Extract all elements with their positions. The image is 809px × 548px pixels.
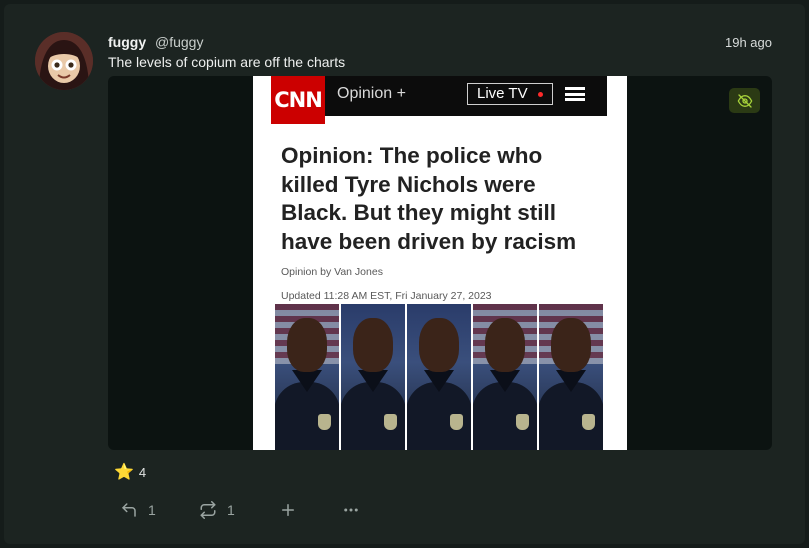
reply-count: 1 xyxy=(148,502,156,518)
more-options-button[interactable] xyxy=(342,498,360,522)
reaction-count: 4 xyxy=(138,464,147,480)
post-actions: 1 1 xyxy=(114,498,374,522)
reply-icon xyxy=(122,503,136,517)
hamburger-icon xyxy=(565,87,585,101)
article-screenshot[interactable]: CNN Opinion + Live TV Opinion: The polic… xyxy=(253,76,627,450)
officer-photo xyxy=(407,304,471,450)
officer-photo-strip xyxy=(275,304,603,450)
reply-button[interactable]: 1 xyxy=(120,498,156,522)
live-dot-icon xyxy=(538,92,543,97)
live-tv-badge: Live TV xyxy=(467,83,553,105)
officer-photo xyxy=(341,304,405,450)
officer-photo xyxy=(275,304,339,450)
user-handle[interactable]: @fuggy xyxy=(155,34,203,50)
live-tv-label: Live TV xyxy=(477,85,528,102)
hide-media-button[interactable] xyxy=(729,88,760,113)
more-icon xyxy=(344,508,358,512)
repeat-icon xyxy=(200,501,216,519)
boost-button[interactable]: 1 xyxy=(199,498,235,522)
reaction-badge[interactable]: ⭐ 4 xyxy=(114,462,146,482)
officer-photo xyxy=(539,304,603,450)
cnn-section-label: Opinion + xyxy=(337,85,406,102)
article-byline: Opinion by Van Jones xyxy=(281,266,383,278)
add-reaction-button[interactable] xyxy=(279,498,297,522)
officer-photo xyxy=(473,304,537,450)
cnn-nav-bar: CNN Opinion + Live TV xyxy=(271,76,607,124)
post-header: fuggy @fuggy 19h ago xyxy=(108,34,772,52)
plus-icon xyxy=(282,504,294,516)
article-updated: Updated 11:28 AM EST, Fri January 27, 20… xyxy=(281,290,492,302)
article-headline: Opinion: The police who killed Tyre Nich… xyxy=(281,143,577,254)
star-icon: ⭐ xyxy=(114,464,134,481)
post-text: The levels of copium are off the charts xyxy=(108,54,346,70)
media-attachment[interactable]: CNN Opinion + Live TV Opinion: The polic… xyxy=(108,76,772,450)
eye-off-icon xyxy=(737,93,752,108)
post-card: fuggy @fuggy 19h ago The levels of copiu… xyxy=(4,4,805,544)
post-timestamp[interactable]: 19h ago xyxy=(725,35,772,50)
boost-count: 1 xyxy=(227,502,235,518)
display-name[interactable]: fuggy xyxy=(108,34,146,50)
avatar[interactable] xyxy=(35,32,93,90)
cnn-logo: CNN xyxy=(271,76,325,124)
